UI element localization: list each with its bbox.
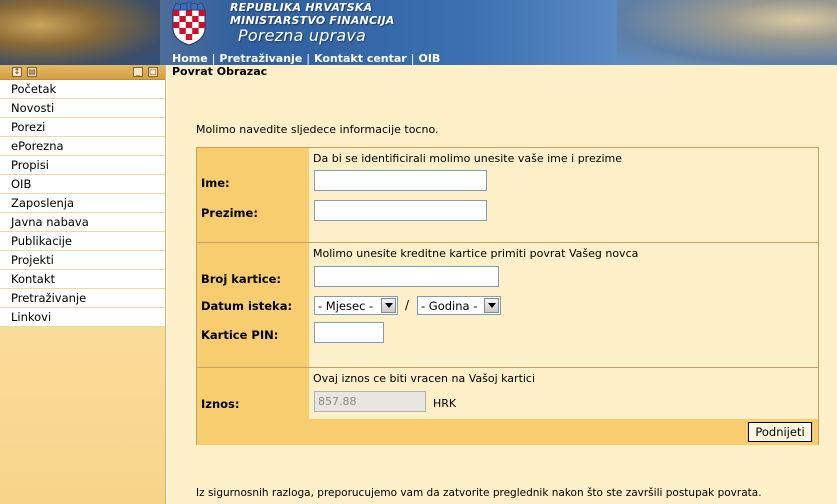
expiry-month-select[interactable]: - Mjesec - bbox=[314, 296, 398, 315]
chevron-down-icon[interactable] bbox=[381, 298, 396, 313]
card-section: Molimo unesite kreditne kartice primiti … bbox=[197, 243, 818, 368]
sidebar-item-zaposlenja[interactable]: Zaposlenja bbox=[0, 194, 165, 213]
sidebar-item-novosti[interactable]: Novosti bbox=[0, 99, 165, 118]
security-note: Iz sigurnosnih razloga, preporucujemo va… bbox=[196, 487, 762, 499]
identity-label-column bbox=[197, 148, 309, 242]
sidebar-item-linkovi[interactable]: Linkovi bbox=[0, 308, 165, 327]
site-header: REPUBLIKA HRVATSKA MINISTARSTVO FINANCIJ… bbox=[0, 0, 837, 65]
identity-hint: Da bi se identificirali molimo unesite v… bbox=[313, 152, 623, 165]
sidebar-item-projekti[interactable]: Projekti bbox=[0, 251, 165, 270]
sidebar-item-pretrazivanje[interactable]: Pretraživanje bbox=[0, 289, 165, 308]
minimize-icon[interactable]: _ bbox=[133, 67, 143, 77]
header-decoration-right bbox=[617, 0, 837, 65]
restore-icon[interactable]: □ bbox=[148, 67, 158, 77]
expiry-date-label: Datum isteka: bbox=[201, 299, 293, 313]
amount-hint: Ovaj iznos ce biti vracen na Vašoj karti… bbox=[313, 372, 536, 385]
sidebar-item-propisi[interactable]: Propisi bbox=[0, 156, 165, 175]
header-title-republic: REPUBLIKA HRVATSKA bbox=[230, 1, 373, 14]
refund-form: Da bi se identificirali molimo unesite v… bbox=[196, 147, 819, 445]
nav-search-link[interactable]: Pretraživanje bbox=[215, 52, 306, 65]
croatian-coat-of-arms-icon bbox=[172, 2, 206, 46]
amount-section: Ovaj iznos ce biti vracen na Vašoj karti… bbox=[197, 368, 818, 419]
print-icon[interactable]: ▤ bbox=[27, 67, 37, 77]
sidebar-item-eporezna[interactable]: ePorezna bbox=[0, 137, 165, 156]
card-pin-input[interactable] bbox=[314, 322, 384, 343]
page-title: Povrat Obrazac bbox=[167, 65, 837, 79]
nav-home-link[interactable]: Home bbox=[168, 52, 212, 65]
amount-label: Iznos: bbox=[201, 397, 240, 411]
name-input[interactable] bbox=[314, 170, 487, 191]
surname-input[interactable] bbox=[314, 200, 487, 221]
sidebar-item-pocetak[interactable]: Početak bbox=[0, 80, 165, 99]
intro-text: Molimo navedite sljedece informacije toc… bbox=[196, 123, 439, 136]
sidebar-toolbar: ↕ ▤ _ □ bbox=[0, 65, 165, 80]
top-navigation: Home | Pretraživanje | Kontakt centar | … bbox=[168, 51, 444, 65]
sidebar-menu: Početak Novosti Porezi ePorezna Propisi … bbox=[0, 80, 165, 327]
expiry-separator: / bbox=[405, 298, 410, 312]
sidebar-item-oib[interactable]: OIB bbox=[0, 175, 165, 194]
amount-input bbox=[314, 391, 426, 412]
nav-contact-center-link[interactable]: Kontakt centar bbox=[310, 52, 411, 65]
card-hint: Molimo unesite kreditne kartice primiti … bbox=[313, 247, 639, 260]
amount-label-column bbox=[197, 368, 309, 419]
expiry-year-select[interactable]: - Godina - bbox=[417, 296, 501, 315]
submit-row: Podnijeti bbox=[197, 419, 818, 445]
header-title-tax-office: Porezna uprava bbox=[238, 26, 367, 45]
expiry-month-value: - Mjesec - bbox=[318, 298, 374, 313]
card-number-label: Broj kartice: bbox=[201, 272, 282, 286]
submit-button[interactable]: Podnijeti bbox=[748, 422, 812, 442]
text-size-icon[interactable]: ↕ bbox=[12, 67, 22, 77]
name-label: Ime: bbox=[201, 176, 230, 190]
identity-section: Da bi se identificirali molimo unesite v… bbox=[197, 148, 818, 243]
card-pin-label: Kartice PIN: bbox=[201, 328, 279, 342]
surname-label: Prezime: bbox=[201, 206, 258, 220]
card-number-input[interactable] bbox=[314, 266, 499, 287]
sidebar-item-javna-nabava[interactable]: Javna nabava bbox=[0, 213, 165, 232]
sidebar-item-porezi[interactable]: Porezi bbox=[0, 118, 165, 137]
expiry-year-value: - Godina - bbox=[421, 298, 478, 313]
currency-label: HRK bbox=[433, 397, 457, 410]
chevron-down-icon[interactable] bbox=[484, 298, 499, 313]
sidebar: ↕ ▤ _ □ Početak Novosti Porezi ePorezna … bbox=[0, 65, 166, 504]
header-decoration-left bbox=[0, 0, 160, 65]
main-content: Povrat Obrazac Molimo navedite sljedece … bbox=[167, 65, 837, 504]
nav-oib-link[interactable]: OIB bbox=[414, 52, 444, 65]
sidebar-item-kontakt[interactable]: Kontakt bbox=[0, 270, 165, 289]
sidebar-item-publikacije[interactable]: Publikacije bbox=[0, 232, 165, 251]
